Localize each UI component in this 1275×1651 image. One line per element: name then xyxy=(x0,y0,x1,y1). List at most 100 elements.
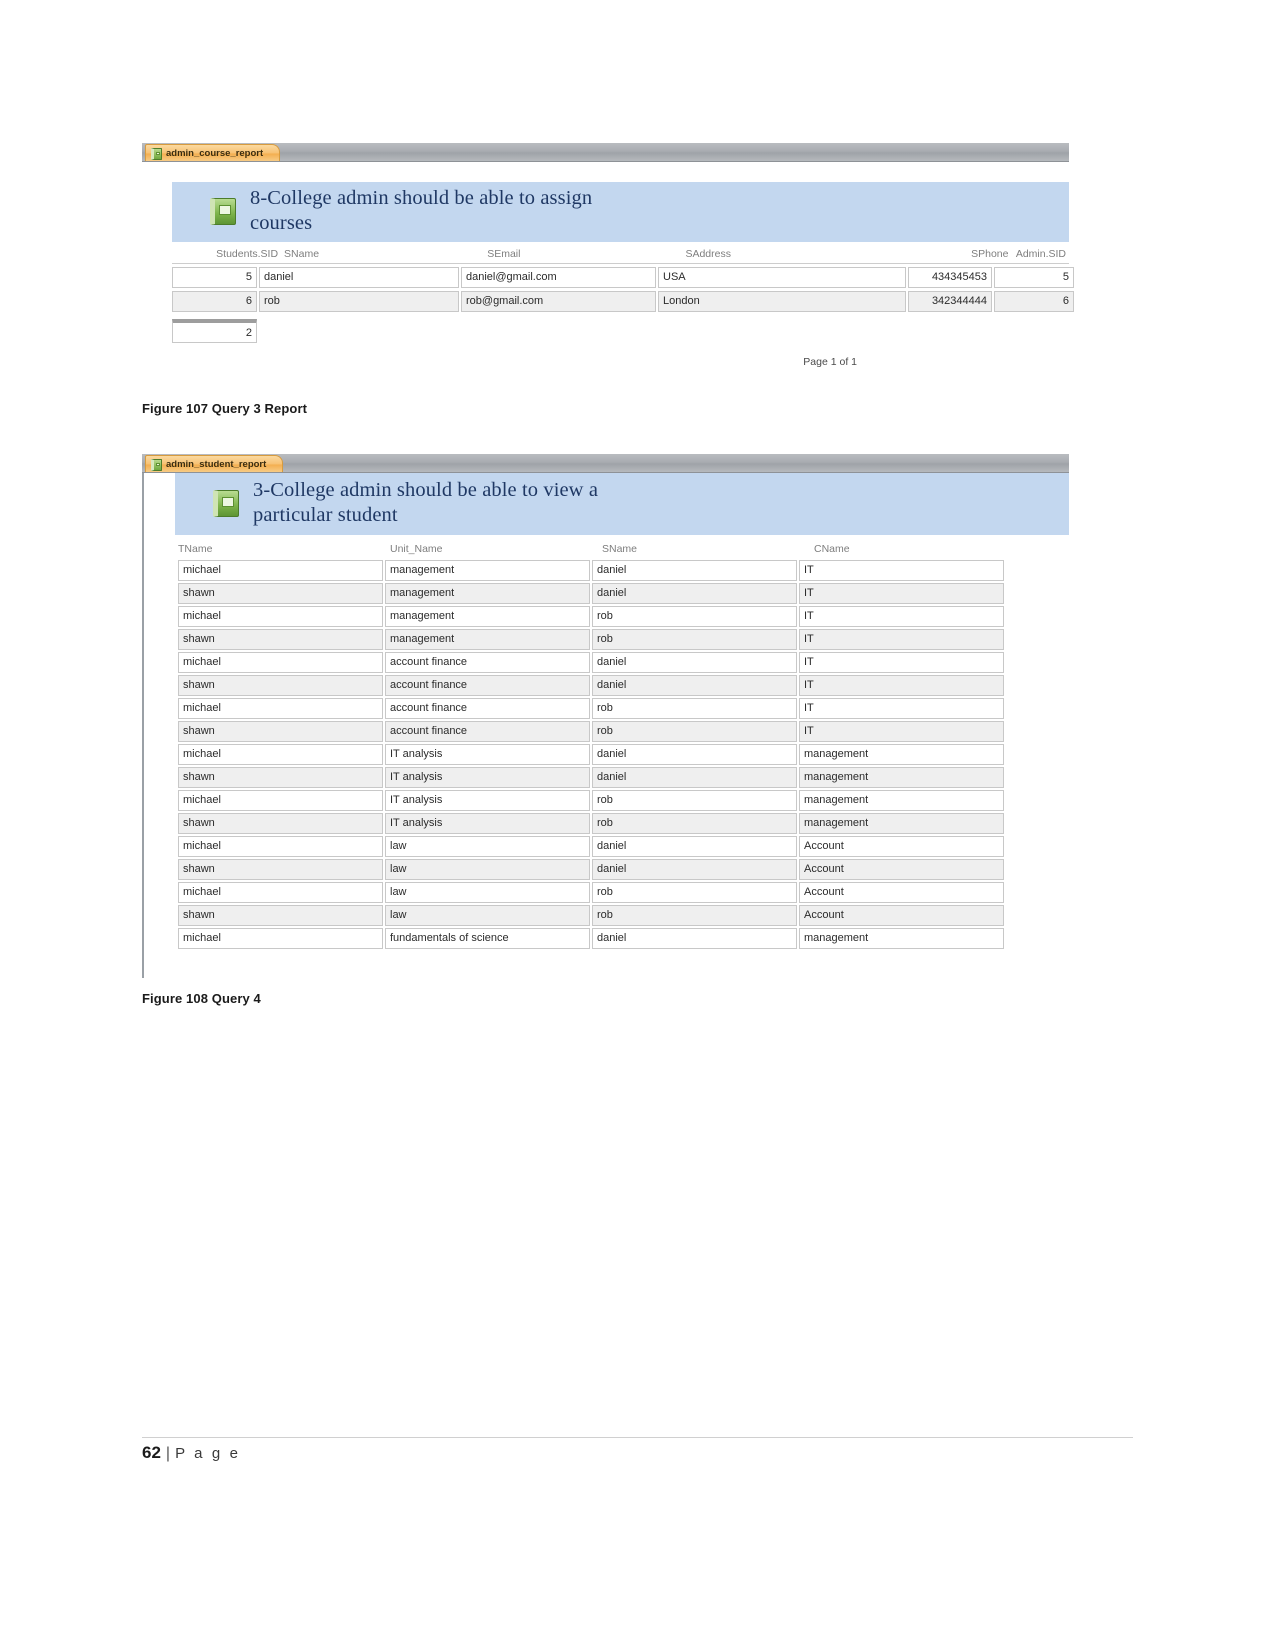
report-icon xyxy=(151,458,162,471)
summary-count-cell: 2 xyxy=(172,319,257,343)
column-header-students-sid: Students.SID xyxy=(216,248,279,260)
table-row[interactable]: michael fundamentals of science daniel mana… xyxy=(178,928,1069,949)
cell-tname: michael xyxy=(178,652,383,673)
report-body: 8-College admin should be able to assign… xyxy=(142,162,1074,374)
cell-sname: rob xyxy=(592,790,797,811)
cell-sname: daniel xyxy=(592,928,797,949)
table-row[interactable]: shawn IT analysis rob management xyxy=(178,813,1069,834)
table-row[interactable]: shawn law daniel Account xyxy=(178,859,1069,880)
tab-label: admin_course_report xyxy=(166,148,264,159)
table-row[interactable]: michael account finance rob IT xyxy=(178,698,1069,719)
cell-sname: rob xyxy=(592,606,797,627)
report-heading: 8-College admin should be able to assign… xyxy=(250,187,593,234)
cell-admin-sid: 5 xyxy=(994,267,1074,288)
figure-caption-108: Figure 108 Query 4 xyxy=(142,991,261,1006)
cell-unit-name: account finance xyxy=(385,721,590,742)
cell-unit-name: management xyxy=(385,629,590,650)
cell-sname: daniel xyxy=(592,652,797,673)
table-row[interactable]: 6 rob rob@gmail.com London 342344444 6 xyxy=(172,291,1077,312)
column-header-tname: TName xyxy=(178,543,213,555)
cell-cname: IT xyxy=(799,721,1004,742)
cell-sname: rob xyxy=(259,291,459,312)
cell-unit-name: IT analysis xyxy=(385,813,590,834)
report-page-indicator: Page 1 of 1 xyxy=(803,356,857,368)
cell-cname: IT xyxy=(799,583,1004,604)
cell-cname: Account xyxy=(799,859,1004,880)
tab-label: admin_student_report xyxy=(166,459,267,470)
cell-tname: shawn xyxy=(178,629,383,650)
page-footer: 62 | P a g e xyxy=(142,1443,241,1463)
cell-cname: management xyxy=(799,813,1004,834)
cell-cname: management xyxy=(799,744,1004,765)
table-row[interactable]: shawn management daniel IT xyxy=(178,583,1069,604)
footer-divider xyxy=(142,1437,1133,1438)
cell-tname: shawn xyxy=(178,859,383,880)
table-row[interactable]: michael IT analysis daniel management xyxy=(178,744,1069,765)
table-row[interactable]: michael management rob IT xyxy=(178,606,1069,627)
report-title-band: 8-College admin should be able to assign… xyxy=(172,182,1069,242)
cell-cname: IT xyxy=(799,675,1004,696)
cell-unit-name: law xyxy=(385,859,590,880)
cell-cname: IT xyxy=(799,606,1004,627)
report-window-admin-student: admin_student_report 3-College admin sho… xyxy=(142,454,1069,978)
column-header-admin-sid: Admin.SID xyxy=(1015,248,1066,260)
cell-tname: michael xyxy=(178,882,383,903)
cell-tname: shawn xyxy=(178,583,383,604)
cell-cname: management xyxy=(799,767,1004,788)
cell-saddress: London xyxy=(658,291,906,312)
report-body: 3-College admin should be able to view a… xyxy=(142,473,1069,978)
column-header-sname: SName xyxy=(602,543,638,555)
table-row[interactable]: shawn account finance daniel IT xyxy=(178,675,1069,696)
cell-unit-name: law xyxy=(385,836,590,857)
cell-tname: michael xyxy=(178,698,383,719)
table-row[interactable]: michael law rob Account xyxy=(178,882,1069,903)
cell-cname: IT xyxy=(799,560,1004,581)
cell-unit-name: IT analysis xyxy=(385,767,590,788)
cell-semail: rob@gmail.com xyxy=(461,291,656,312)
table-row[interactable]: michael IT analysis rob management xyxy=(178,790,1069,811)
cell-tname: michael xyxy=(178,836,383,857)
cell-cname: IT xyxy=(799,698,1004,719)
cell-cname: management xyxy=(799,928,1004,949)
cell-unit-name: law xyxy=(385,905,590,926)
cell-unit-name: fundamentals of science xyxy=(385,928,590,949)
table-row[interactable]: shawn management rob IT xyxy=(178,629,1069,650)
cell-sphone: 434345453 xyxy=(908,267,992,288)
tab-admin-course-report[interactable]: admin_course_report xyxy=(145,144,281,161)
cell-cname: Account xyxy=(799,882,1004,903)
table-row[interactable]: shawn account finance rob IT xyxy=(178,721,1069,742)
cell-sname: rob xyxy=(592,698,797,719)
column-header-saddress: SAddress xyxy=(685,248,731,260)
report-tabstrip: admin_student_report xyxy=(142,454,1069,473)
report-rows: 5 daniel daniel@gmail.com USA 434345453 … xyxy=(172,264,1077,343)
table-row[interactable]: michael law daniel Account xyxy=(178,836,1069,857)
cell-tname: shawn xyxy=(178,905,383,926)
cell-admin-sid: 6 xyxy=(994,291,1074,312)
cell-sname: daniel xyxy=(592,836,797,857)
cell-sname: rob xyxy=(592,882,797,903)
report-header-icon xyxy=(213,489,239,517)
report-tabstrip: admin_course_report xyxy=(142,143,1069,162)
cell-tname: shawn xyxy=(178,675,383,696)
cell-unit-name: IT analysis xyxy=(385,790,590,811)
cell-students-sid: 6 xyxy=(172,291,257,312)
tab-admin-student-report[interactable]: admin_student_report xyxy=(145,455,284,472)
cell-unit-name: management xyxy=(385,583,590,604)
cell-unit-name: account finance xyxy=(385,698,590,719)
table-row[interactable]: shawn IT analysis daniel management xyxy=(178,767,1069,788)
cell-sname: rob xyxy=(592,721,797,742)
cell-sname: rob xyxy=(592,629,797,650)
table-row[interactable]: 5 daniel daniel@gmail.com USA 434345453 … xyxy=(172,267,1077,288)
cell-tname: michael xyxy=(178,560,383,581)
column-header-row: TName Unit_Name SName CName xyxy=(175,535,1069,560)
cell-unit-name: IT analysis xyxy=(385,744,590,765)
cell-tname: michael xyxy=(178,790,383,811)
table-row[interactable]: shawn law rob Account xyxy=(178,905,1069,926)
cell-sname: rob xyxy=(592,813,797,834)
cell-unit-name: account finance xyxy=(385,652,590,673)
table-row[interactable]: michael account finance daniel IT xyxy=(178,652,1069,673)
cell-tname: michael xyxy=(178,928,383,949)
table-row[interactable]: michael management daniel IT xyxy=(178,560,1069,581)
report-header-icon xyxy=(210,197,236,225)
cell-cname: Account xyxy=(799,905,1004,926)
